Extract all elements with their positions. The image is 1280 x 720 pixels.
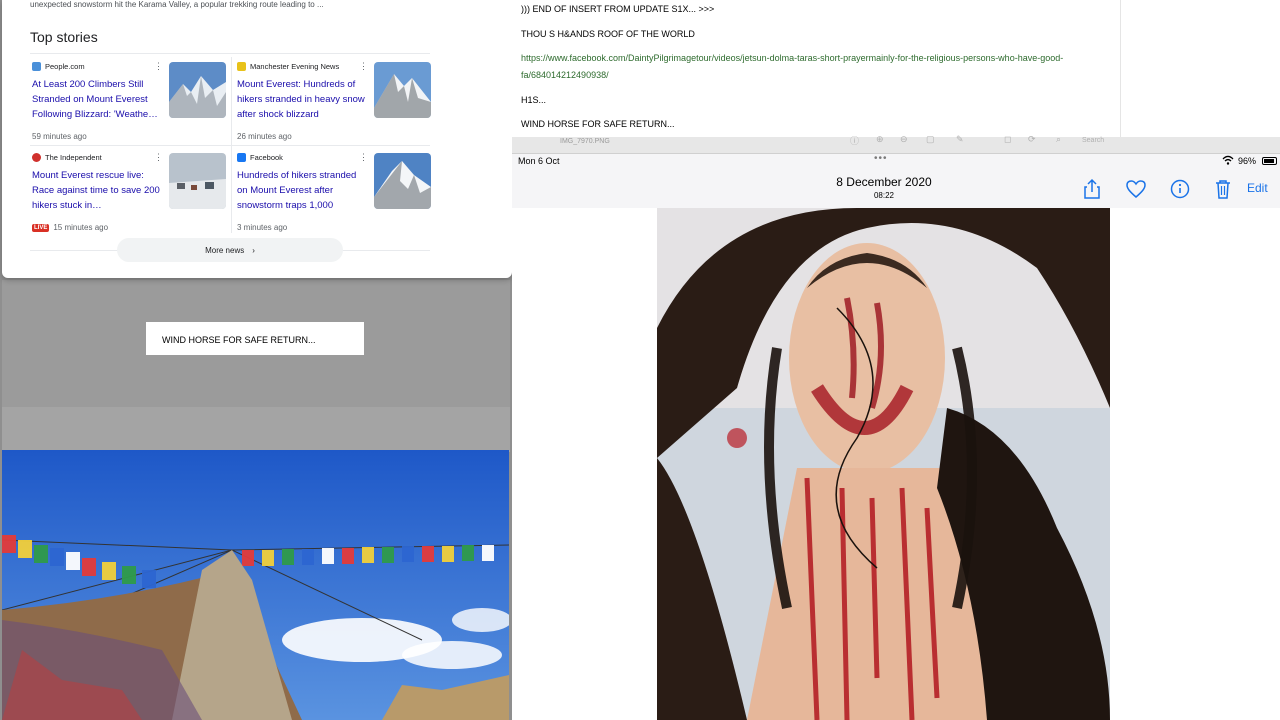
displayed-photo[interactable] — [657, 208, 1110, 720]
mountain-thumbnail-icon — [169, 62, 226, 118]
search-result-snippet: unexpected snowstorm hit the Karama Vall… — [30, 0, 324, 9]
news-headline[interactable]: At Least 200 Climbers Still Stranded on … — [32, 77, 164, 122]
live-badge: LIVE — [32, 223, 50, 232]
chevron-right-icon: › — [252, 245, 255, 255]
news-thumbnail[interactable] — [374, 62, 431, 118]
more-news-button[interactable]: More news › — [117, 238, 343, 262]
more-options-icon[interactable]: ⋮ — [359, 62, 368, 71]
independent-favicon-icon — [32, 153, 41, 162]
news-source-name: The Independent — [45, 153, 102, 162]
info-circle-icon[interactable] — [1169, 178, 1191, 200]
doc-line: THOU S H&ANDS ROOF OF THE WORLD — [521, 29, 695, 39]
news-time-text: 3 minutes ago — [237, 223, 288, 232]
news-source-name: Facebook — [250, 153, 283, 162]
news-time-text: 59 minutes ago — [32, 132, 87, 141]
divider — [30, 53, 430, 54]
people-favicon-icon — [32, 62, 41, 71]
news-thumbnail[interactable] — [169, 62, 226, 118]
news-source: People.com — [32, 62, 85, 71]
photo-time: 08:22 — [873, 191, 895, 200]
news-story[interactable]: People.com ⋮ At Least 200 Climbers Still… — [32, 62, 232, 152]
doc-line: WIND HORSE FOR SAFE RETURN... — [521, 119, 675, 129]
info-icon[interactable]: ⓘ — [850, 134, 859, 147]
preview-toolbar — [512, 137, 1280, 154]
news-thumbnail[interactable] — [374, 153, 431, 209]
doc-line: ))) END OF INSERT FROM UPDATE S1X... >>> — [521, 4, 715, 14]
news-source: Manchester Evening News — [237, 62, 339, 71]
trash-icon[interactable] — [1212, 178, 1234, 200]
facebook-video-link[interactable]: https://www.facebook.com/DaintyPilgrimag… — [521, 50, 1111, 84]
news-headline[interactable]: Mount Everest: Hundreds of hikers strand… — [237, 77, 369, 122]
news-story[interactable]: Facebook ⋮ Hundreds of hikers stranded o… — [237, 153, 437, 243]
news-thumbnail[interactable] — [169, 153, 226, 209]
favorite-heart-icon[interactable] — [1125, 178, 1147, 200]
zoom-in-icon[interactable]: ⊕ — [876, 134, 884, 145]
more-options-icon[interactable]: ⋮ — [154, 62, 163, 71]
prayer-flags-photo — [2, 450, 509, 720]
status-date: Mon 6 Oct — [518, 156, 560, 166]
news-time: LIVE 15 minutes ago — [32, 223, 108, 232]
rotate-icon[interactable]: ⟳ — [1028, 134, 1036, 145]
news-time-text: 15 minutes ago — [53, 223, 109, 232]
news-source: Facebook — [237, 153, 283, 162]
search-placeholder: Search — [1082, 137, 1105, 144]
wind-horse-note: WIND HORSE FOR SAFE RETURN... — [146, 322, 364, 355]
news-time: 3 minutes ago — [237, 223, 287, 232]
photo-date: 8 December 2020 — [836, 175, 932, 189]
news-source-name: People.com — [45, 62, 85, 71]
share-icon[interactable] — [1081, 178, 1103, 200]
news-time-text: 26 minutes ago — [237, 132, 292, 141]
markup-icon[interactable]: ✎ — [956, 134, 964, 145]
facebook-favicon-icon — [237, 153, 246, 162]
more-options-icon[interactable]: ⋮ — [359, 153, 368, 162]
news-source-name: Manchester Evening News — [250, 62, 340, 71]
more-options-icon[interactable]: ⋮ — [154, 153, 163, 162]
zoom-out-icon[interactable]: ⊖ — [900, 134, 908, 145]
gray-panel-lower — [2, 407, 510, 452]
search-field[interactable]: Search — [1082, 137, 1104, 144]
doc-line: H1S... — [521, 95, 547, 105]
toolbar-file-name: IMG_7970.PNG — [560, 138, 610, 145]
portrait-photo-icon — [657, 208, 1110, 720]
news-time: 26 minutes ago — [237, 132, 292, 141]
crop-icon[interactable]: ◻ — [1004, 134, 1011, 145]
prayer-flags-image-icon — [2, 450, 509, 720]
battery-percentage: 96% — [1238, 156, 1257, 166]
men-favicon-icon — [237, 62, 246, 71]
share-icon[interactable]: ▢ — [926, 134, 935, 145]
everest-thumbnail-icon — [374, 153, 431, 209]
more-news-label: More news — [205, 245, 245, 255]
news-story[interactable]: Manchester Evening News ⋮ Mount Everest:… — [237, 62, 437, 152]
multitasking-dots-icon[interactable]: ••• — [874, 153, 888, 164]
news-story[interactable]: The Independent ⋮ Mount Everest rescue l… — [32, 153, 232, 243]
edit-icon[interactable]: ⌕ — [1056, 134, 1061, 145]
wifi-icon — [1222, 155, 1234, 165]
news-headline[interactable]: Hundreds of hikers stranded on Mount Eve… — [237, 168, 369, 213]
news-time: 59 minutes ago — [32, 132, 87, 141]
battery-icon — [1262, 157, 1277, 165]
news-headline[interactable]: Mount Everest rescue live: Race against … — [32, 168, 164, 213]
news-source: The Independent — [32, 153, 102, 162]
mountain-thumbnail-icon — [374, 62, 431, 118]
camp-thumbnail-icon — [169, 153, 226, 209]
document-edge — [1120, 0, 1121, 137]
edit-button[interactable]: Edit — [1247, 181, 1268, 195]
top-stories-heading: Top stories — [30, 29, 98, 45]
